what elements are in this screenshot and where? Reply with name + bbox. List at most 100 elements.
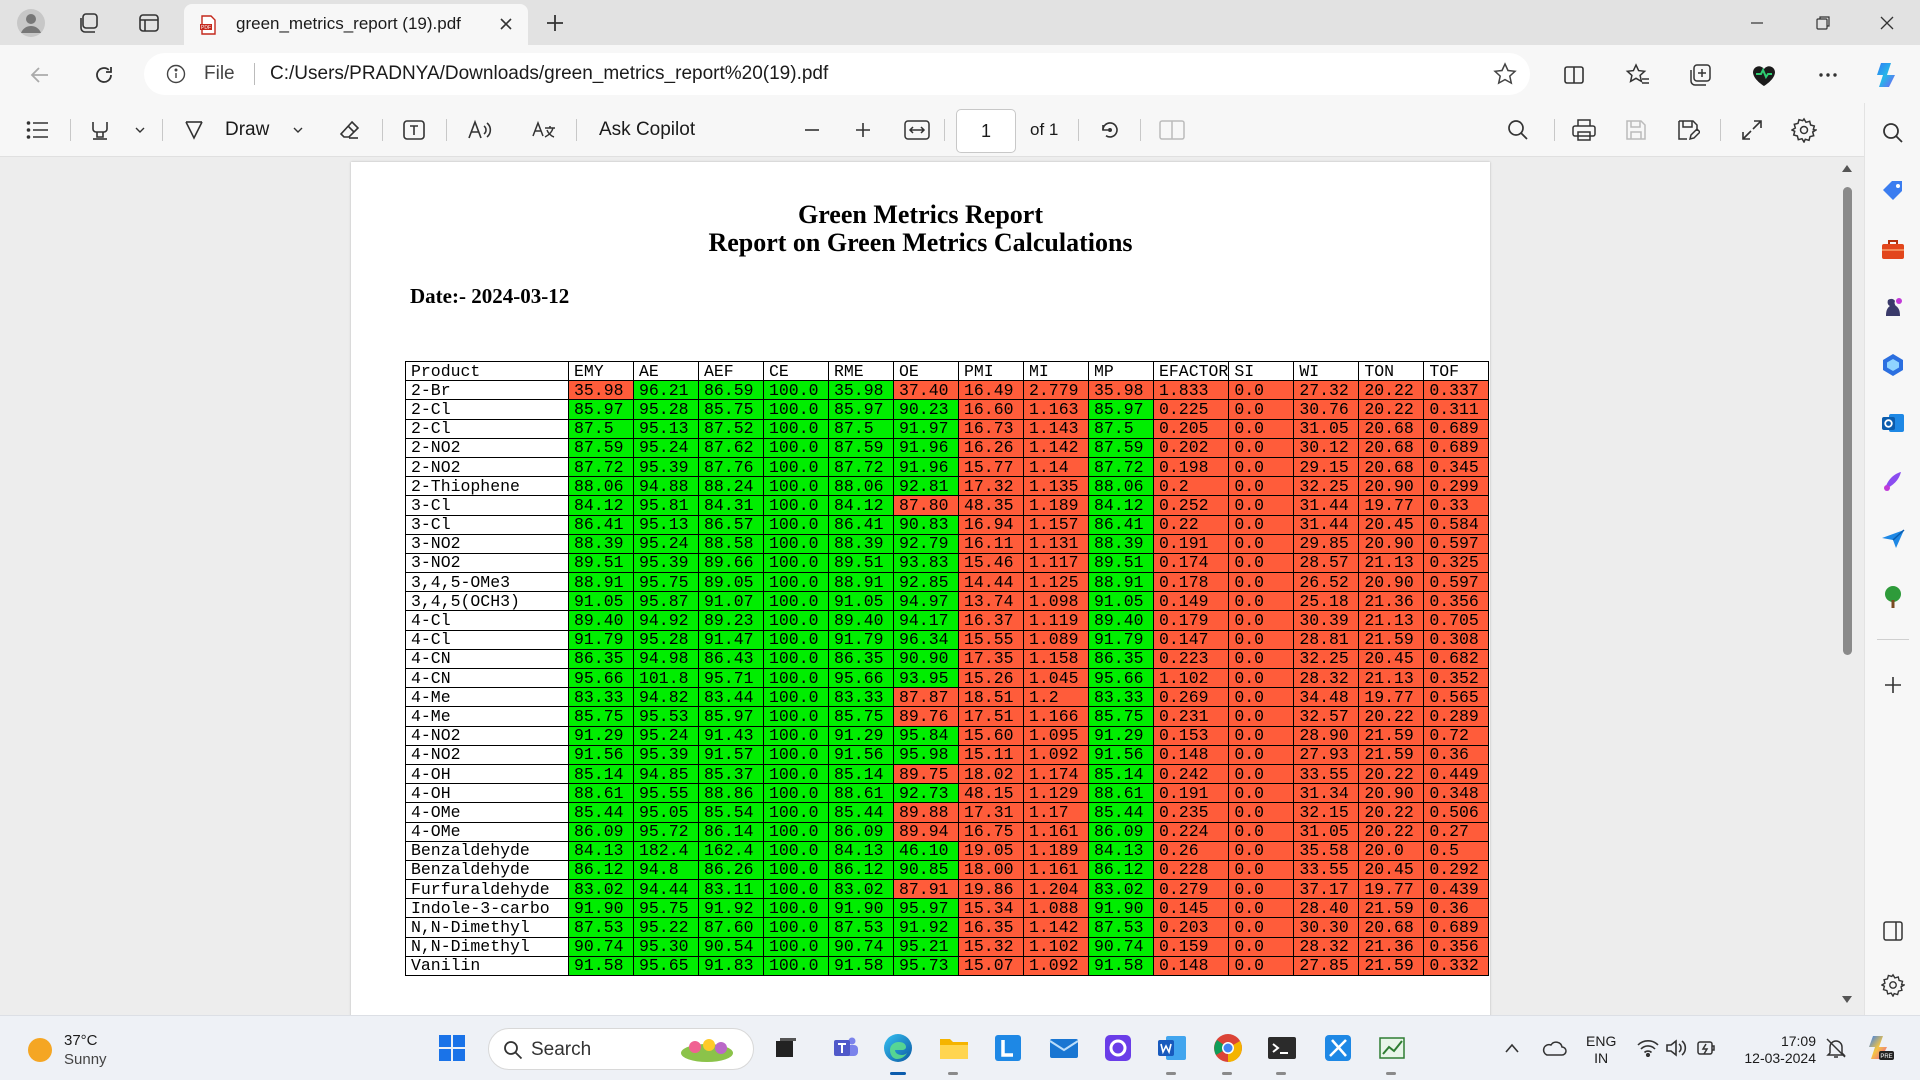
metric-cell: 86.43 (698, 648, 764, 670)
print-icon[interactable] (1570, 116, 1598, 144)
scroll-up-icon[interactable] (1841, 163, 1853, 173)
metric-cell: 32.25 (1293, 476, 1360, 497)
chrome-icon[interactable] (1212, 1032, 1244, 1064)
tools-briefcase-icon[interactable] (1879, 235, 1907, 263)
start-windows-icon[interactable] (436, 1032, 468, 1064)
taskbar-search-box[interactable]: Search (488, 1028, 754, 1070)
sidebar-settings-icon[interactable] (1879, 971, 1907, 999)
edge-browser-icon[interactable] (882, 1032, 914, 1064)
profile-icon[interactable] (14, 6, 48, 40)
add-text-icon[interactable] (400, 116, 428, 144)
volume-icon[interactable] (1660, 1032, 1692, 1064)
draw-dropdown-icon[interactable] (284, 116, 312, 144)
scroll-down-icon[interactable] (1841, 995, 1853, 1005)
rotate-icon[interactable] (1096, 116, 1124, 144)
task-view-icon[interactable] (770, 1032, 802, 1064)
metric-cell: 0.27 (1423, 821, 1490, 842)
close-window-icon[interactable] (1854, 0, 1920, 45)
language-indicator[interactable]: ENG IN (1586, 1033, 1616, 1067)
chart-app-icon[interactable] (1376, 1032, 1408, 1064)
read-aloud-icon[interactable] (466, 116, 494, 144)
restore-icon[interactable] (1790, 0, 1856, 45)
metric-cell: 91.05 (1088, 591, 1154, 612)
cortana-app-icon[interactable] (1102, 1032, 1134, 1064)
collections-icon[interactable] (1682, 57, 1718, 93)
add-sidebar-app-icon[interactable] (1879, 671, 1907, 699)
terminal-icon[interactable] (1266, 1032, 1298, 1064)
copilot-preview-icon[interactable]: PRE (1864, 1032, 1896, 1064)
notifications-icon[interactable] (1820, 1032, 1852, 1064)
zoom-in-icon[interactable] (849, 116, 877, 144)
url-text[interactable]: C:/Users/PRADNYA/Downloads/green_metrics… (270, 63, 828, 85)
designer-icon[interactable] (1879, 467, 1907, 495)
zoom-out-icon[interactable] (798, 116, 826, 144)
sidebar-search-icon[interactable] (1879, 119, 1907, 147)
tab-actions-icon[interactable] (132, 6, 166, 40)
metric-cell: 21.59 (1358, 725, 1425, 746)
refresh-icon[interactable] (86, 57, 122, 93)
minimize-icon[interactable] (1724, 0, 1790, 45)
highlight-icon[interactable] (86, 116, 114, 144)
metric-cell: 18.00 (958, 859, 1024, 881)
shopping-tag-icon[interactable] (1879, 177, 1907, 205)
table-row: 4-NO2 91.56 95.39 91.57 100.0 91.56 95.98 15.11… (405, 744, 1490, 765)
ask-copilot-button[interactable]: Ask Copilot (599, 119, 695, 141)
metric-cell: 85.14 (828, 763, 894, 785)
split-screen-icon[interactable] (1556, 57, 1592, 93)
address-bar[interactable]: File C:/Users/PRADNYA/Downloads/green_me… (144, 53, 1530, 95)
new-tab-icon[interactable] (538, 6, 572, 40)
metric-cell: 1.2 (1023, 687, 1089, 708)
pdf-viewer[interactable]: Green Metrics Report Report on Green Met… (0, 157, 1864, 1015)
find-icon[interactable] (1504, 116, 1532, 144)
hide-sidebar-icon[interactable] (1879, 917, 1907, 945)
active-tab[interactable]: PDF green_metrics_report (19).pdf (184, 4, 528, 45)
snipping-tool-icon[interactable] (1322, 1032, 1354, 1064)
draw-button[interactable]: Draw (225, 119, 269, 141)
show-hidden-icons-icon[interactable] (1496, 1032, 1528, 1064)
file-explorer-icon[interactable] (938, 1032, 970, 1064)
metric-cell: 90.74 (1088, 936, 1154, 957)
microsoft-365-icon[interactable] (1879, 351, 1907, 379)
save-as-icon[interactable] (1674, 116, 1702, 144)
send-icon[interactable] (1879, 525, 1907, 553)
weather-widget[interactable]: 37°C Sunny (24, 1032, 164, 1068)
eraser-icon[interactable] (336, 116, 364, 144)
metric-cell: 87.72 (828, 456, 894, 478)
save-icon[interactable] (1622, 116, 1650, 144)
vertical-scrollbar[interactable] (1836, 157, 1858, 1015)
copilot-icon[interactable] (1870, 57, 1906, 93)
page-view-icon[interactable] (1158, 116, 1186, 144)
close-tab-icon[interactable] (494, 12, 518, 36)
more-options-icon[interactable] (1810, 57, 1846, 93)
games-icon[interactable] (1879, 293, 1907, 321)
translate-icon[interactable] (530, 116, 558, 144)
system-clock[interactable]: 17:09 12-03-2024 (1714, 1033, 1816, 1067)
fit-to-width-icon[interactable] (903, 116, 931, 144)
metric-cell: 100.0 (763, 725, 829, 746)
contents-list-icon[interactable] (24, 116, 52, 144)
metric-cell: 30.76 (1293, 399, 1360, 420)
mail-icon[interactable] (1048, 1032, 1080, 1064)
fullscreen-icon[interactable] (1738, 116, 1766, 144)
favorites-icon[interactable] (1620, 57, 1656, 93)
tree-icon[interactable] (1879, 583, 1907, 611)
lex-app-icon[interactable] (992, 1032, 1024, 1064)
workspaces-icon[interactable] (72, 6, 106, 40)
back-icon[interactable] (22, 57, 58, 93)
metric-cell: 0.0 (1228, 802, 1295, 823)
scrollbar-thumb[interactable] (1843, 187, 1852, 655)
metric-cell: 100.0 (763, 821, 829, 842)
onedrive-cloud-icon[interactable] (1538, 1032, 1570, 1064)
teams-icon[interactable] (830, 1032, 862, 1064)
page-number-input[interactable]: 1 (956, 109, 1016, 153)
metric-cell: 0.0 (1228, 437, 1295, 458)
pdf-settings-icon[interactable] (1790, 116, 1818, 144)
browser-essentials-icon[interactable] (1746, 57, 1782, 93)
outlook-icon[interactable] (1879, 409, 1907, 437)
metric-cell: 86.41 (828, 514, 894, 535)
info-icon[interactable] (166, 64, 186, 84)
highlight-dropdown-icon[interactable] (126, 116, 154, 144)
draw-icon[interactable] (180, 116, 208, 144)
word-icon[interactable] (1156, 1032, 1188, 1064)
favorite-star-icon[interactable] (1492, 61, 1518, 87)
